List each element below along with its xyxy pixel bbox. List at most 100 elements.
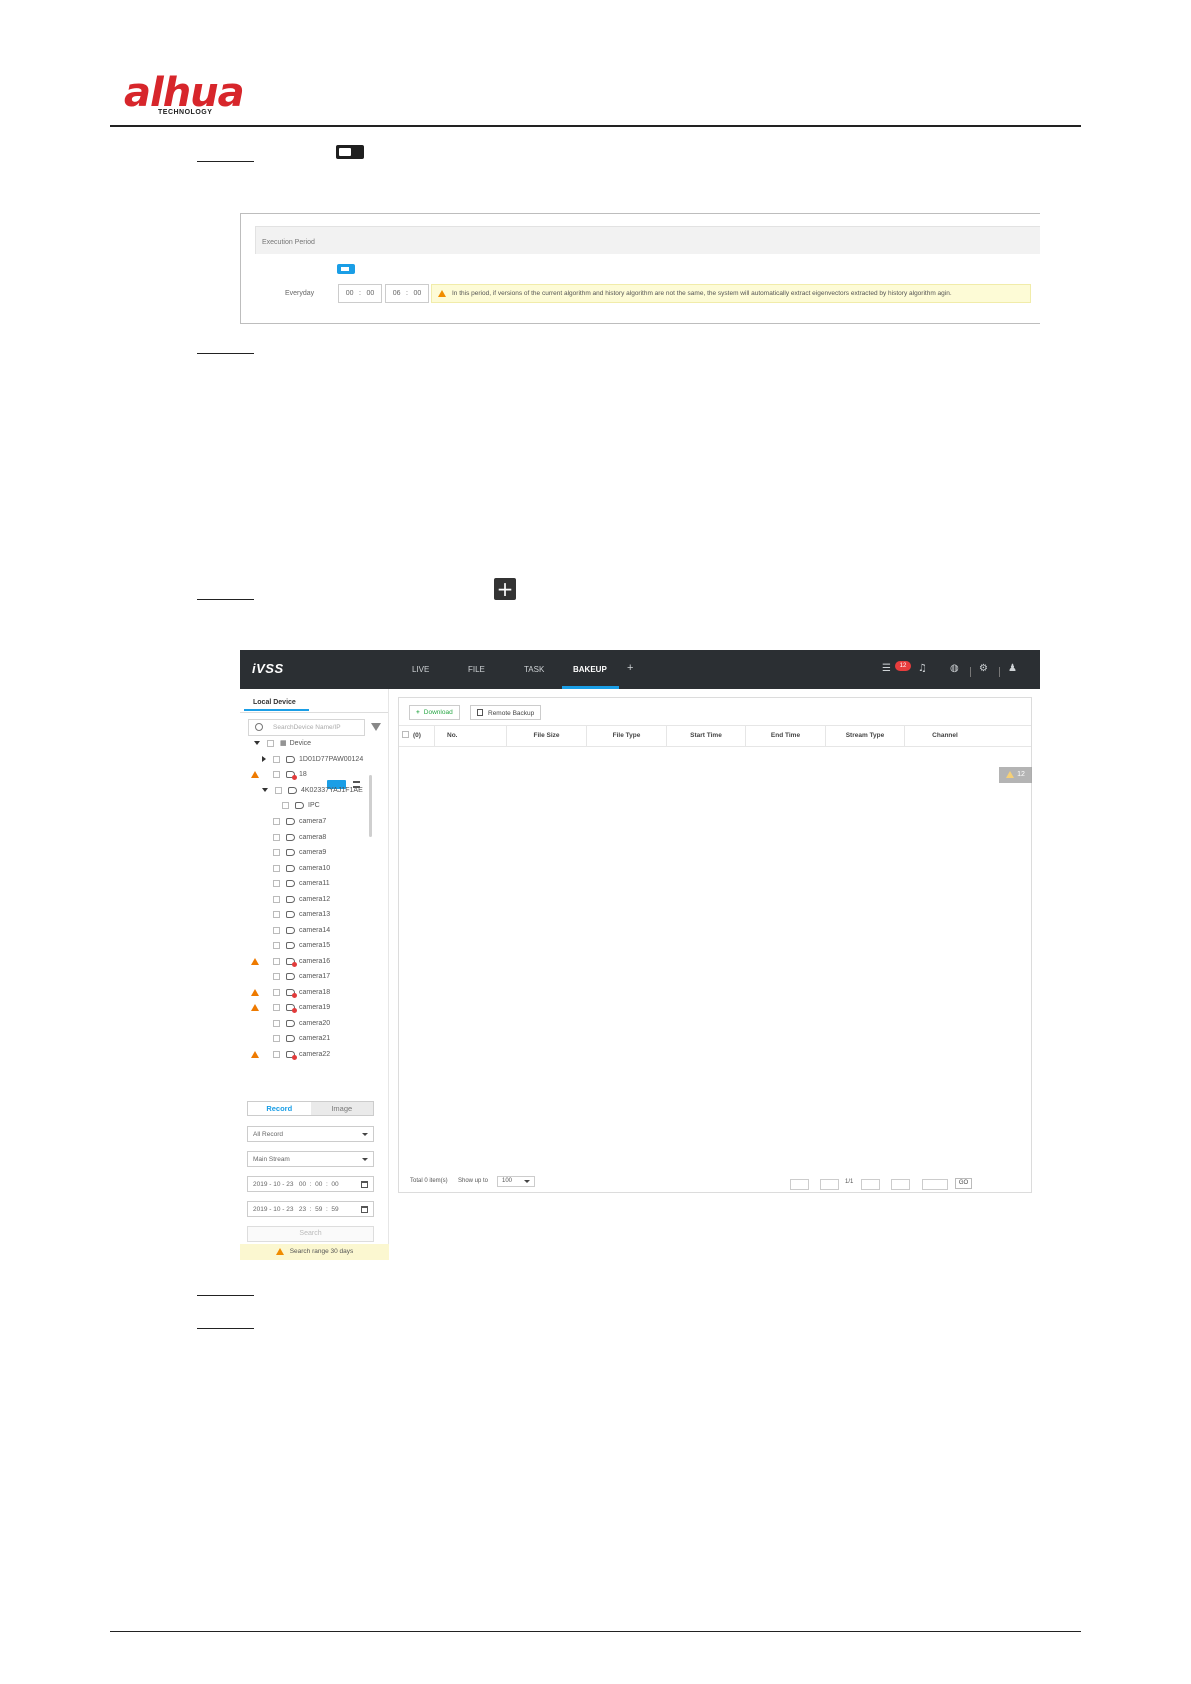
task-list-icon[interactable]: ☰ [882,663,891,674]
go-button[interactable]: GO [955,1178,972,1189]
tree-item[interactable]: camera10 [273,861,330,875]
notification-badge: 12 [895,661,911,671]
camera-icon [286,1034,295,1042]
tree-item[interactable]: camera18 [273,985,330,999]
tab-local-device[interactable]: Local Device [244,693,309,711]
tree-item[interactable]: camera11 [273,876,330,890]
search-button[interactable]: Search [247,1226,374,1242]
tree-item[interactable]: camera15 [273,938,330,952]
checkbox[interactable] [273,864,280,872]
checkbox[interactable] [273,1019,280,1027]
checkbox[interactable] [273,1003,280,1011]
tree-item[interactable]: camera20 [273,1016,330,1030]
tree-item[interactable]: camera7 [273,814,326,828]
checkbox[interactable] [273,879,280,887]
start-time-field[interactable]: 2019 - 10 - 23 00 : 00 : 00 [247,1176,374,1192]
checkbox[interactable] [275,786,282,794]
alarm-count-chip[interactable]: 12 [999,767,1032,783]
first-page-button[interactable] [790,1179,809,1190]
ivss-brand: iVSS [252,661,284,676]
separator [970,667,971,677]
checkbox[interactable] [273,1034,280,1042]
download-button[interactable]: + Download [409,705,460,720]
checkbox[interactable] [273,1050,280,1058]
end-time-field[interactable]: 2019 - 10 - 23 23 : 59 : 59 [247,1201,374,1217]
checkbox[interactable] [267,739,274,747]
network-icon[interactable]: ◍ [950,663,959,674]
tree-item[interactable]: camera14 [273,923,330,937]
tree-item-device-root[interactable]: ▦ Device [254,736,311,750]
footer-rule [110,1631,1081,1632]
tab-file[interactable]: FILE [468,665,485,674]
execution-toggle[interactable] [337,264,355,274]
user-icon[interactable]: ♟ [1008,663,1017,674]
tab-task[interactable]: TASK [524,665,544,674]
device-search-input[interactable]: SearchDevice Name/IP [248,719,365,736]
checkbox[interactable] [273,848,280,856]
tree-item[interactable]: camera21 [273,1031,330,1045]
checkbox[interactable] [402,731,409,738]
last-page-button[interactable] [891,1179,910,1190]
alarm-icon[interactable]: ♫ [918,663,927,674]
page-indicator: 1/1 [845,1179,854,1185]
tab-image[interactable]: Image [310,1102,373,1115]
camera-icon [295,801,304,809]
checkbox[interactable] [273,941,280,949]
top-navigation-bar: iVSS LIVE FILE TASK BAKEUP + ☰ 12 ♫ ◍ ⚙ … [240,650,1040,689]
tab-live[interactable]: LIVE [412,665,429,674]
tree-item[interactable]: 4K02337YAJ1F1AE [262,783,363,797]
tree-item[interactable]: 1D01D77PAW00124 [262,752,363,766]
page-number-input[interactable] [922,1179,948,1190]
tree-item[interactable]: camera22 [273,1047,330,1061]
checkbox[interactable] [273,755,280,763]
tree-item[interactable]: camera9 [273,845,326,859]
checkbox[interactable] [273,972,280,980]
active-tab-indicator [562,686,619,689]
warning-icon [438,290,446,297]
checkbox[interactable] [273,895,280,903]
checkbox[interactable] [282,801,289,809]
camera-icon [286,879,295,887]
step-marker [197,353,254,354]
remote-backup-button[interactable]: Remote Backup [470,705,542,720]
column-channel: Channel [932,732,958,739]
tree-item[interactable]: camera12 [273,892,330,906]
end-time-input[interactable]: 06:00 [385,284,429,303]
toggle-icon [336,145,364,159]
prev-page-button[interactable] [820,1179,839,1190]
checkbox[interactable] [273,988,280,996]
calendar-icon[interactable] [361,1206,368,1213]
next-page-button[interactable] [861,1179,880,1190]
start-time-input[interactable]: 00:00 [338,284,382,303]
add-tab-button[interactable]: + [627,662,633,674]
record-type-select[interactable]: All Record [247,1126,374,1142]
filter-icon[interactable] [371,723,381,731]
calendar-icon[interactable] [361,1181,368,1188]
stream-select[interactable]: Main Stream [247,1151,374,1167]
tree-item[interactable]: camera17 [273,969,330,983]
plus-icon: + [416,709,420,716]
tab-record[interactable]: Record [248,1102,311,1115]
tree-scrollbar[interactable] [369,775,372,837]
tree-item[interactable]: 18 [273,767,307,781]
step-marker [197,599,254,600]
page-size-select[interactable]: 100 [497,1176,535,1187]
checkbox[interactable] [273,817,280,825]
camera-icon [286,910,295,918]
checkbox[interactable] [273,770,280,778]
checkbox[interactable] [273,957,280,965]
camera-icon [286,1019,295,1027]
tab-backup[interactable]: BAKEUP [573,665,607,674]
select-all-header[interactable]: (0) [399,726,435,746]
tree-item[interactable]: camera19 [273,1000,330,1014]
checkbox[interactable] [273,926,280,934]
ivss-backup-screenshot: iVSS LIVE FILE TASK BAKEUP + ☰ 12 ♫ ◍ ⚙ … [240,650,1040,1260]
checkbox[interactable] [273,833,280,841]
settings-icon[interactable]: ⚙ [979,663,988,674]
execution-period-title: Execution Period [255,226,1040,254]
tree-item[interactable]: camera13 [273,907,330,921]
tree-item[interactable]: IPC [282,798,320,812]
tree-item[interactable]: camera16 [273,954,330,968]
tree-item[interactable]: camera8 [273,830,326,844]
checkbox[interactable] [273,910,280,918]
